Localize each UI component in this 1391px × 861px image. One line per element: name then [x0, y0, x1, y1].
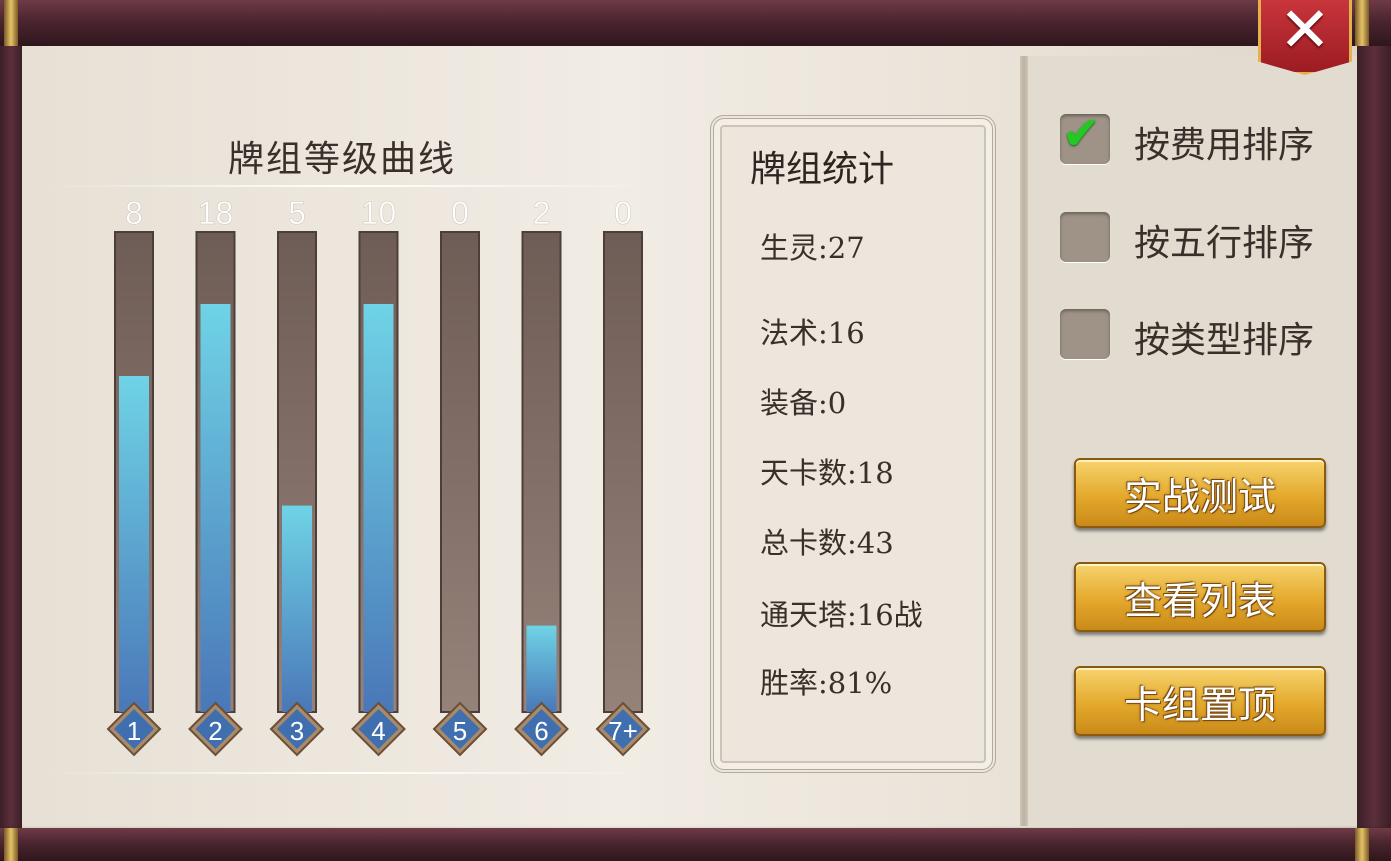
bar-value-label: 8: [125, 195, 143, 231]
level-label: 2: [208, 716, 222, 746]
close-button[interactable]: ✕: [1258, 0, 1352, 75]
sort-by-type-option[interactable]: 按类型排序: [1060, 305, 1340, 361]
right-border: [1357, 46, 1391, 828]
level-label: 4: [371, 716, 385, 746]
stat-spells: 法术:16: [760, 316, 865, 350]
level-label: 6: [534, 716, 548, 746]
bar-track: [603, 231, 643, 713]
pane-divider: [1020, 56, 1028, 826]
sort-label: 按五行排序: [1134, 223, 1315, 264]
rod-cap: [1355, 828, 1369, 861]
bar-fill: [282, 505, 312, 712]
sort-by-element-option[interactable]: 按五行排序: [1060, 208, 1340, 264]
sort-label: 按类型排序: [1134, 320, 1315, 361]
bar-value-label: 0: [451, 195, 469, 231]
sort-label: 按费用排序: [1134, 125, 1315, 166]
bar-value-label: 2: [533, 195, 551, 231]
stat-win-rate: 胜率:81%: [760, 666, 893, 700]
stat-tower: 通天塔:16战: [760, 598, 923, 632]
close-icon: ✕: [1279, 0, 1331, 66]
level-label: 5: [453, 716, 467, 746]
level-label: 1: [127, 716, 141, 746]
bar-fill: [119, 376, 149, 712]
stat-total-cards: 总卡数:43: [760, 526, 894, 560]
bar-value-label: 18: [198, 195, 234, 231]
bar-track: [440, 231, 480, 713]
bottom-scroll-rod: [0, 828, 1391, 861]
rod-cap: [4, 828, 18, 861]
sort-by-cost-option[interactable]: ✔ 按费用排序: [1060, 106, 1340, 166]
view-list-button[interactable]: 查看列表: [1074, 562, 1326, 632]
battle-test-button[interactable]: 实战测试: [1074, 458, 1326, 528]
bar-fill: [200, 304, 231, 712]
stat-creatures: 生灵:27: [760, 231, 865, 265]
checkbox[interactable]: [1060, 309, 1110, 359]
level-label: 7+: [608, 716, 638, 746]
rod-cap: [1355, 0, 1369, 46]
stats-title: 牌组统计: [750, 149, 895, 190]
checkbox[interactable]: [1060, 212, 1110, 262]
stat-equipment: 装备:0: [760, 386, 847, 420]
bar-value-label: 0: [614, 195, 632, 231]
stat-heaven-cards: 天卡数:18: [760, 456, 894, 490]
level-label: 3: [290, 716, 304, 746]
bar-value-label: 5: [288, 195, 306, 231]
deck-level-chart: 8 1 18 2 5 3 10 4 0 5 2 6 0 7+: [106, 195, 651, 757]
bar-fill: [526, 625, 557, 712]
pin-deck-button[interactable]: 卡组置顶: [1074, 666, 1326, 736]
bar-fill: [363, 304, 394, 712]
bar-value-label: 10: [361, 195, 397, 231]
checkmark-icon: ✔: [1062, 106, 1101, 160]
